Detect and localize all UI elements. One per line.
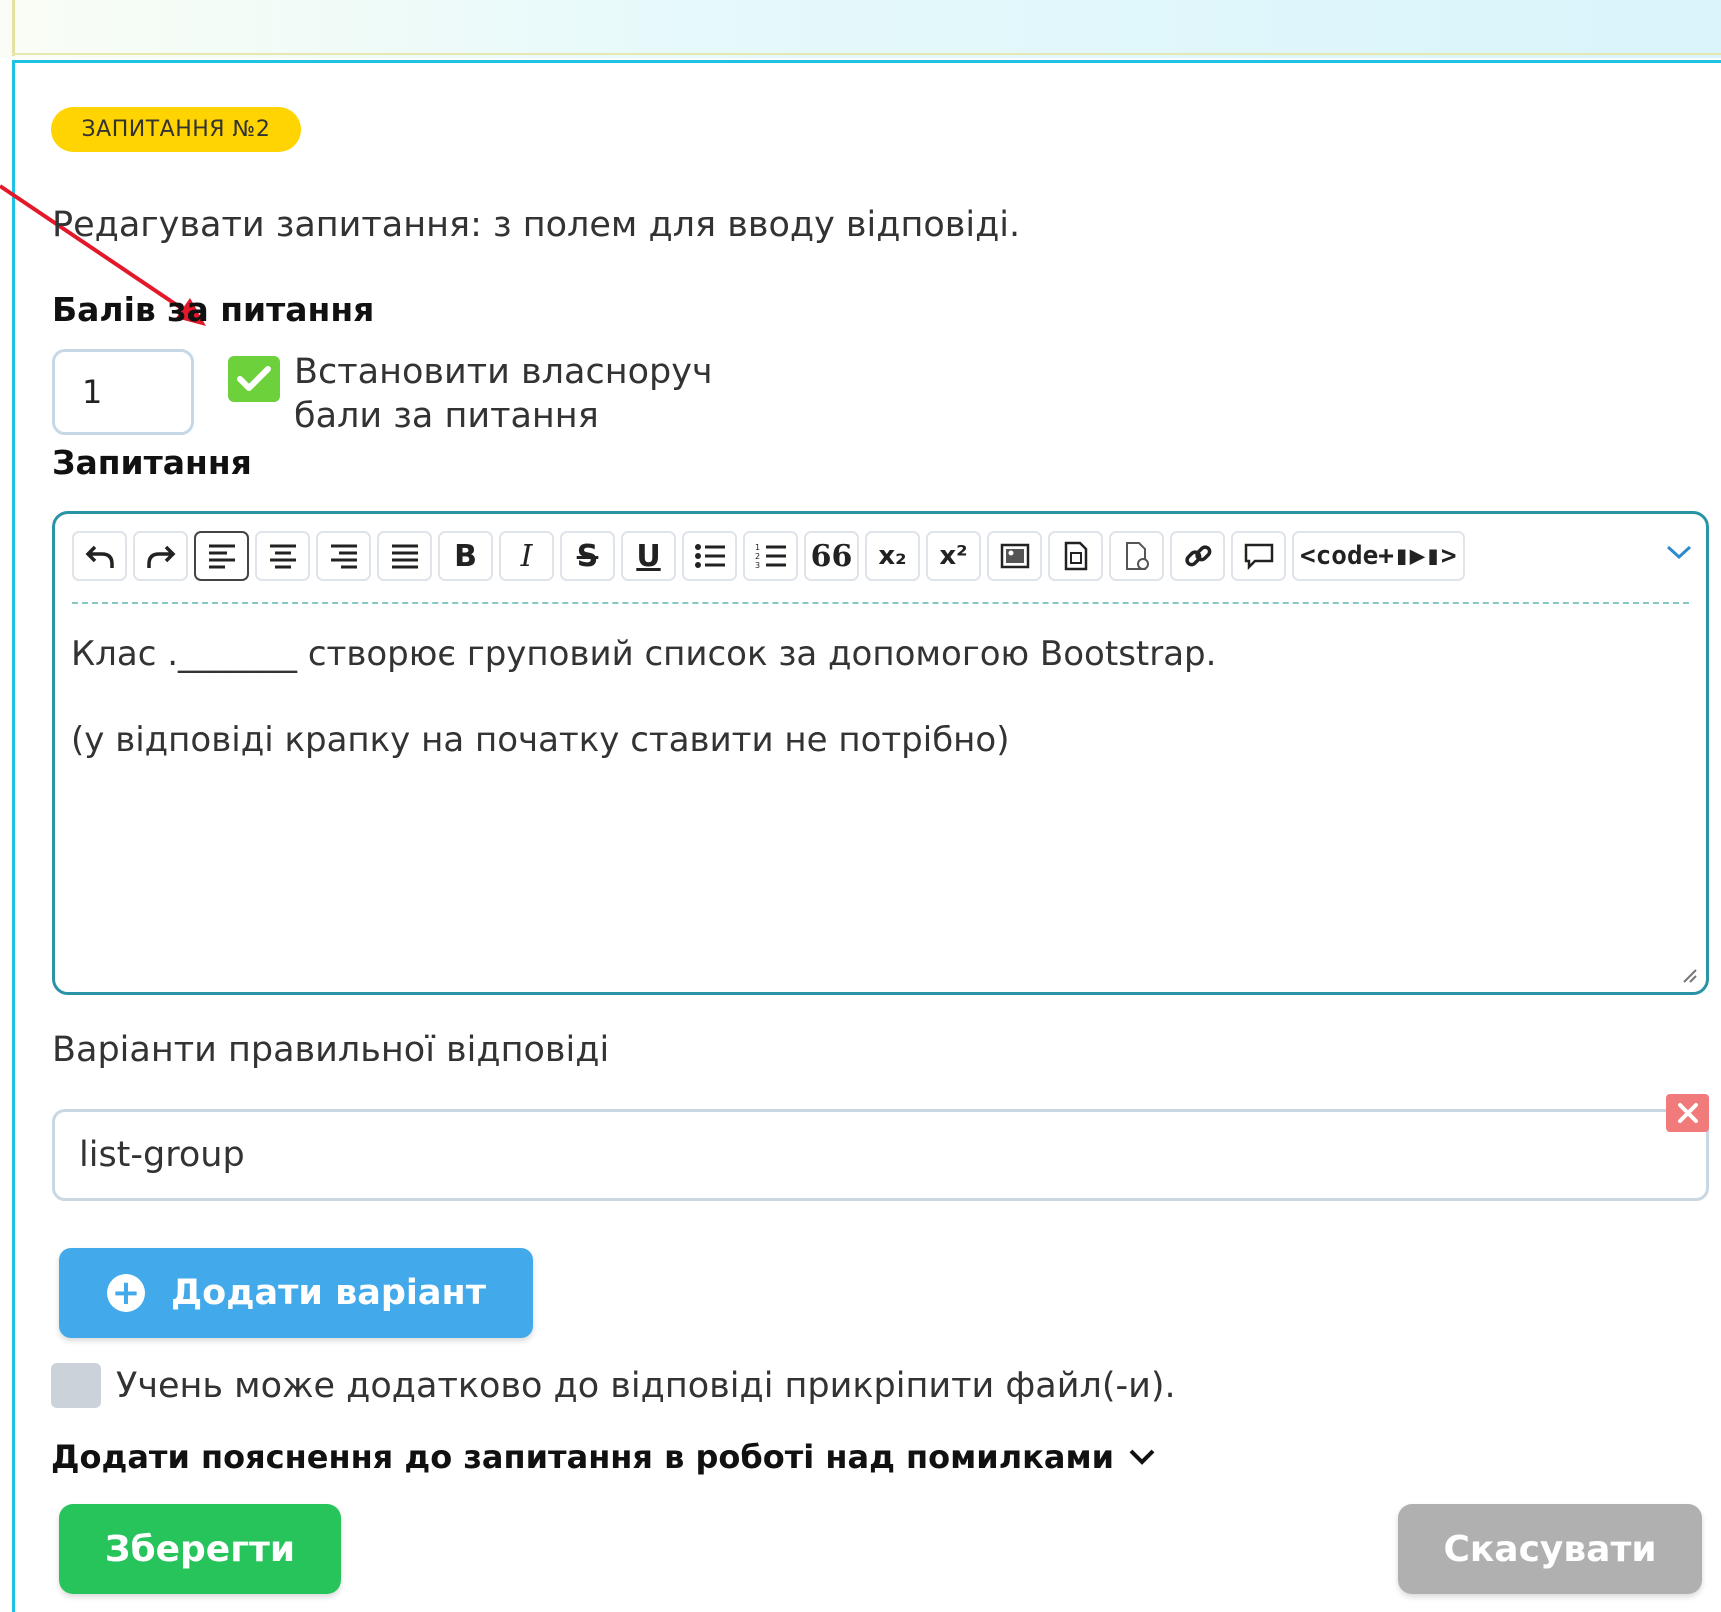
align-justify-button[interactable] [377,531,432,581]
points-label: Балів за питання [52,290,375,329]
question-text-line1: Клас ._______ створює груповий список за… [71,634,1217,674]
align-justify-icon [391,544,418,569]
manual-points-checkbox[interactable] [228,356,280,402]
points-input[interactable]: 1 [52,349,194,435]
question-label: Запитання [52,443,252,482]
resize-grip-icon[interactable] [1680,966,1698,984]
insert-media-button[interactable] [1109,531,1164,581]
remove-answer-button[interactable] [1666,1094,1709,1132]
bold-button[interactable]: B [438,531,493,581]
top-header-strip [0,0,1721,58]
manual-points-label-line2: бали за питання [294,396,599,436]
align-center-icon [269,544,296,569]
manual-points-label-line1: Встановити власноруч [294,352,713,392]
add-explanation-toggle[interactable]: Додати пояснення до запитання в роботі н… [51,1438,1156,1476]
underline-button[interactable]: U [621,531,676,581]
superscript-button[interactable]: x² [926,531,981,581]
subscript-button[interactable]: x₂ [865,531,920,581]
cancel-button[interactable]: Скасувати [1398,1504,1702,1594]
svg-text:3: 3 [755,561,760,570]
align-right-button[interactable] [316,531,371,581]
media-icon [1125,542,1149,570]
toolbar-expand-chevron-icon[interactable] [1666,544,1692,560]
answers-label: Варіанти правильної відповіді [52,1030,610,1070]
save-button[interactable]: Зберегти [59,1504,341,1594]
strikethrough-button[interactable]: S [560,531,615,581]
align-left-button[interactable] [194,531,249,581]
italic-button[interactable]: I [499,531,554,581]
checkmark-icon [237,366,271,391]
numbered-list-icon: 123 [755,543,786,570]
svg-text:2: 2 [755,552,760,561]
add-answer-label: Додати варіант [171,1273,486,1313]
attach-files-checkbox[interactable] [51,1363,101,1408]
bulleted-list-button[interactable] [682,531,737,581]
manual-points-label: Встановити власноруч бали за питання [294,350,764,438]
image-icon [1000,543,1029,569]
align-right-icon [330,544,357,569]
insert-file-button[interactable] [1048,531,1103,581]
svg-text:1: 1 [755,543,760,552]
answer-option-input[interactable]: list-group [52,1109,1709,1201]
question-text-line2: (у відповіді крапку на початку ставити н… [71,720,1010,760]
align-left-icon [208,544,235,569]
question-number-badge: ЗАПИТАННЯ №2 [51,107,301,152]
undo-button[interactable] [72,531,127,581]
insert-link-button[interactable] [1170,531,1225,581]
panel-top-border [12,60,1721,63]
page-subtitle: Редагувати запитання: з полем для вводу … [52,205,1021,245]
bulleted-list-icon [694,544,725,568]
chevron-down-icon [1129,1449,1155,1465]
redo-button[interactable] [133,531,188,581]
header-left-border [12,0,15,56]
header-bottom-border [12,53,1721,55]
add-answer-button[interactable]: + Додати варіант [59,1248,533,1338]
question-editor[interactable]: B I S U 123 66 x₂ x² <code+▮▶▮> Клас .__… [52,511,1709,995]
insert-image-button[interactable] [987,531,1042,581]
toolbar-divider [72,602,1689,604]
blockquote-button[interactable]: 66 [804,531,859,581]
numbered-list-button[interactable]: 123 [743,531,798,581]
undo-icon [85,545,114,568]
align-center-button[interactable] [255,531,310,581]
plus-circle-icon: + [107,1274,145,1312]
insert-comment-button[interactable] [1231,531,1286,581]
redo-icon [146,545,175,568]
editor-toolbar: B I S U 123 66 x₂ x² <code+▮▶▮> [72,531,1465,581]
editor-content[interactable]: Клас ._______ створює груповий список за… [71,632,1216,804]
link-icon [1184,545,1211,567]
attach-files-label: Учень може додатково до відповіді прикрі… [116,1366,1176,1406]
file-icon [1064,541,1087,571]
insert-code-button[interactable]: <code+▮▶▮> [1292,531,1465,581]
close-icon [1677,1103,1698,1123]
add-explanation-label: Додати пояснення до запитання в роботі н… [51,1438,1115,1476]
comment-icon [1244,543,1273,570]
